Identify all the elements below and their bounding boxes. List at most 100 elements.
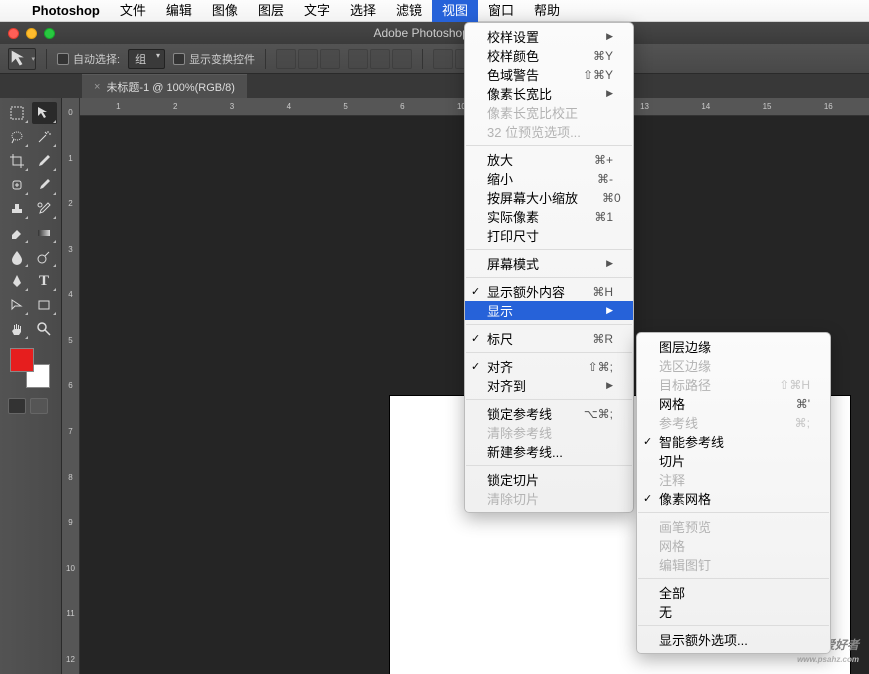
view-menu-item: 清除切片 [465,489,633,508]
app-menu[interactable]: Photoshop [22,0,110,22]
show-submenu-label: 智能参考线 [659,432,810,451]
close-icon[interactable] [8,28,19,39]
show-submenu-item: 目标路径⇧⌘H [637,375,830,394]
view-menu-item[interactable]: 色域警告⇧⌘Y [465,65,633,84]
align-top-icon[interactable] [276,49,296,69]
tool-indicator-icon[interactable]: ▾ [8,48,36,70]
shortcut-label: ⌘+ [594,153,613,167]
align-left-icon[interactable] [348,49,368,69]
dodge-tool-icon[interactable] [32,246,57,268]
view-menu-dropdown: 校样设置▶校样颜色⌘Y色域警告⇧⌘Y像素长宽比▶像素长宽比校正32 位预览选项.… [464,22,634,513]
show-submenu-item[interactable]: 显示额外选项... [637,630,830,649]
view-menu-label: 校样颜色 [487,46,569,65]
blur-tool-icon[interactable] [4,246,29,268]
show-submenu-item[interactable]: 网格⌘' [637,394,830,413]
view-menu-item[interactable]: 打印尺寸 [465,226,633,245]
show-submenu-item[interactable]: 全部 [637,583,830,602]
lasso-tool-icon[interactable] [4,126,29,148]
standard-mode-icon[interactable] [8,398,26,414]
show-submenu-separator [638,578,829,579]
brush-tool-icon[interactable] [32,174,57,196]
show-submenu-label: 像素网格 [659,489,810,508]
view-menu-separator [466,249,632,250]
pen-tool-icon[interactable] [4,270,29,292]
show-submenu-item[interactable]: 切片 [637,451,830,470]
menu-filter[interactable]: 滤镜 [386,0,432,22]
view-menu-item[interactable]: 锁定切片 [465,470,633,489]
view-menu-item[interactable]: 按屏幕大小缩放⌘0 [465,188,633,207]
zoom-tool-icon[interactable] [32,318,57,340]
view-menu-label: 打印尺寸 [487,226,613,245]
show-submenu-item[interactable]: 图层边缘 [637,337,830,356]
check-icon: ✓ [643,492,652,505]
menu-type[interactable]: 文字 [294,0,340,22]
tab-label: 未标题-1 @ 100%(RGB/8) [106,79,235,95]
dist-top-icon[interactable] [433,49,453,69]
auto-select-checkbox[interactable]: 自动选择: [57,51,120,67]
shortcut-label: ⌘' [796,397,810,411]
view-menu-item[interactable]: 实际像素⌘1 [465,207,633,226]
menu-file[interactable]: 文件 [110,0,156,22]
align-hcenter-icon[interactable] [370,49,390,69]
history-brush-tool-icon[interactable] [32,198,57,220]
view-menu-item[interactable]: 放大⌘+ [465,150,633,169]
eraser-tool-icon[interactable] [4,222,29,244]
auto-select-dropdown[interactable]: 组 ▾ [128,49,165,69]
view-menu-separator [466,399,632,400]
view-menu-item: 清除参考线 [465,423,633,442]
view-menu-label: 显示 [487,301,594,320]
view-menu-item[interactable]: 对齐到▶ [465,376,633,395]
menu-layer[interactable]: 图层 [248,0,294,22]
menu-view[interactable]: 视图 [432,0,478,22]
show-submenu-label: 注释 [659,470,810,489]
quickmask-mode-icon[interactable] [30,398,48,414]
tab-close-icon[interactable]: × [94,81,100,93]
shape-tool-icon[interactable] [32,294,57,316]
minimize-icon[interactable] [26,28,37,39]
menu-image[interactable]: 图像 [202,0,248,22]
align-right-icon[interactable] [392,49,412,69]
menu-edit[interactable]: 编辑 [156,0,202,22]
view-menu-item[interactable]: 新建参考线... [465,442,633,461]
show-submenu-item[interactable]: ✓ 像素网格 [637,489,830,508]
show-transform-checkbox[interactable]: 显示变换控件 [173,51,255,67]
watermark-url: www.psahz.com [792,655,859,664]
move-tool-icon[interactable] [32,102,57,124]
view-menu-item[interactable]: ✓标尺⌘R [465,329,633,348]
magic-wand-tool-icon[interactable] [32,126,57,148]
healing-tool-icon[interactable] [4,174,29,196]
gradient-tool-icon[interactable] [32,222,57,244]
menu-window[interactable]: 窗口 [478,0,524,22]
view-menu-item[interactable]: 校样设置▶ [465,27,633,46]
type-tool-icon[interactable]: T [32,270,57,292]
view-menu-item[interactable]: 缩小⌘- [465,169,633,188]
align-bottom-icon[interactable] [320,49,340,69]
view-menu-item[interactable]: 屏幕模式▶ [465,254,633,273]
stamp-tool-icon[interactable] [4,198,29,220]
align-buttons [276,49,340,69]
crop-tool-icon[interactable] [4,150,29,172]
marquee-tool-icon[interactable] [4,102,29,124]
view-menu-item[interactable]: 显示▶ [465,301,633,320]
menu-select[interactable]: 选择 [340,0,386,22]
view-menu-item[interactable]: 锁定参考线⌥⌘; [465,404,633,423]
zoom-icon[interactable] [44,28,55,39]
view-menu-item[interactable]: 像素长宽比▶ [465,84,633,103]
eyedropper-tool-icon[interactable] [32,150,57,172]
view-menu-item[interactable]: ✓显示额外内容⌘H [465,282,633,301]
path-select-tool-icon[interactable] [4,294,29,316]
view-menu-item[interactable]: 校样颜色⌘Y [465,46,633,65]
hand-tool-icon[interactable] [4,318,29,340]
show-submenu-item[interactable]: 无 [637,602,830,621]
document-tab[interactable]: × 未标题-1 @ 100%(RGB/8) [82,74,247,98]
view-menu-item[interactable]: ✓对齐⇧⌘; [465,357,633,376]
show-submenu-item[interactable]: ✓智能参考线 [637,432,830,451]
fg-color-swatch[interactable] [10,348,34,372]
align-vcenter-icon[interactable] [298,49,318,69]
show-submenu-separator [638,512,829,513]
view-menu-label: 新建参考线... [487,442,613,461]
shortcut-label: ⌘R [592,332,613,346]
menu-help[interactable]: 帮助 [524,0,570,22]
color-swatches[interactable] [10,348,50,388]
shortcut-label: ⇧⌘H [779,378,810,392]
